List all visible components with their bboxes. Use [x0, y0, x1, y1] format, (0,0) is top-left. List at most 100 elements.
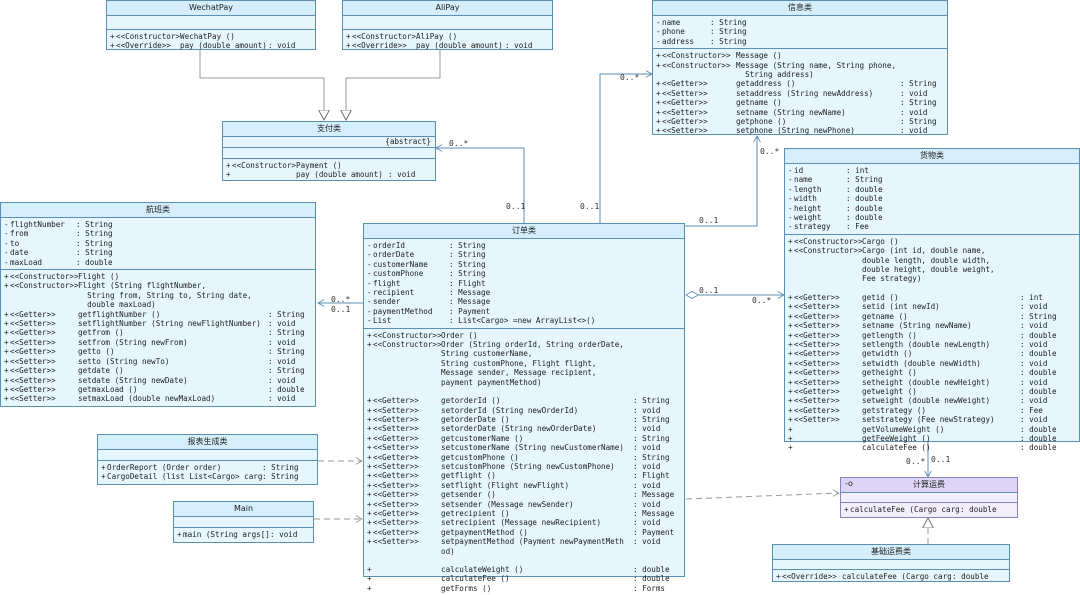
method-signature: getwidth () — [862, 349, 913, 359]
return-type: : String — [268, 309, 305, 319]
field-row: - customPhone: String — [364, 269, 684, 278]
method-signature: calculateFee (Cargo cargo) — [850, 505, 960, 514]
method-stereotype: <<Setter>> — [10, 375, 56, 385]
method-signature: getname () — [736, 98, 782, 108]
class-cargo[interactable]: 货物类 - id: int - name: String - length: double… — [784, 148, 1080, 452]
field-name: phone — [662, 27, 685, 37]
method-signature: Cargo () — [862, 236, 899, 246]
class-main[interactable]: Main + main (String args[]): void — [173, 501, 314, 543]
field-type: : String — [76, 220, 113, 229]
return-type: : void — [270, 530, 298, 539]
method-stereotype: <<Setter>> — [373, 537, 419, 547]
methods-section: + <<Constructor>> WechatPay () + <<Override>… — [107, 30, 315, 53]
field-name: address — [662, 36, 695, 46]
method-stereotype: <<Setter>> — [10, 337, 56, 347]
method-row: + <<Getter>> getname (): String — [785, 312, 1079, 321]
class-message[interactable]: 信息类 - name: String - phone: String - address:… — [652, 0, 948, 135]
field-type: : List<Cargo> =new ArrayList<>() — [449, 316, 596, 326]
field-row: - date: String — [1, 248, 315, 257]
return-type — [1020, 237, 1076, 246]
multiplicity-label: 0..1 — [580, 202, 600, 211]
method-signature: AliPay () — [416, 32, 458, 41]
field-name: height — [794, 203, 822, 213]
method-stereotype: <<Getter>> — [794, 330, 840, 340]
return-type: : void — [1020, 377, 1048, 387]
method-signature: Flight () — [78, 272, 120, 282]
method-row: + <<Getter>> getflight (): Flight — [364, 471, 684, 480]
class-alipay[interactable]: AliPay + <<Constructor>> AliPay () + <<Overr… — [342, 0, 553, 50]
field-type: : Payment — [449, 306, 491, 316]
return-type: : String — [900, 117, 937, 127]
interface-header: -o 计算运费 — [841, 478, 1017, 493]
return-type: : void — [268, 375, 296, 385]
class-name: WechatPay — [107, 1, 315, 16]
method-row: + <<Getter>> getweight (): double — [785, 387, 1079, 396]
method-stereotype — [373, 574, 441, 583]
method-signature: getrecipient () — [441, 508, 510, 518]
class-flight[interactable]: 航班类 - flightNumber: String - from: String - t… — [0, 202, 316, 407]
field-type: : Fee — [846, 222, 869, 232]
method-signature: main (String args[]) — [183, 530, 270, 539]
fields-section: - id: int - name: String - length: double - wid… — [785, 164, 1079, 235]
return-type: : void — [268, 394, 296, 404]
method-stereotype: <<Getter>> — [373, 490, 419, 500]
field-name: date — [10, 248, 29, 258]
method-stereotype: <<Setter>> — [662, 88, 708, 98]
return-type: : Payment — [633, 527, 675, 537]
return-type: : String — [900, 79, 937, 89]
return-type: : String — [633, 396, 670, 406]
field-type: : String — [846, 175, 883, 185]
method-signature: pay (double amount) — [296, 170, 383, 180]
return-type: : void — [268, 356, 296, 366]
method-row: + <<Getter>> getsender (): Message — [364, 490, 684, 499]
method-row: + <<Constructor>> Message () — [653, 51, 947, 60]
method-stereotype: <<Getter>> — [794, 349, 840, 359]
multiplicity-label: 0..1 — [699, 286, 719, 295]
order-payment-line — [436, 148, 525, 223]
method-row: + <<Override>> pay (double amount): void — [107, 41, 315, 50]
field-type: : String — [76, 248, 113, 258]
method-stereotype: <<Constructor>> — [794, 236, 862, 246]
return-type: : double — [960, 505, 997, 514]
method-row: + <<Setter>> setflightNumber (String newFl… — [1, 319, 315, 328]
return-type: : double — [1020, 424, 1057, 434]
method-stereotype: <<Setter>> — [794, 302, 840, 312]
method-row: + <<Setter>> setphone (String newPhone): v… — [653, 126, 947, 135]
method-row: + <<Setter>> setorderId (String newOrderId… — [364, 406, 684, 415]
multiplicity-label: 0..* — [620, 73, 640, 82]
class-wechatpay[interactable]: WechatPay + <<Constructor>> WechatPay () + <… — [106, 0, 316, 50]
field-name: weight — [794, 213, 822, 223]
class-name: 报表生成类 — [98, 435, 317, 450]
return-type: : void — [1020, 321, 1048, 331]
class-payment[interactable]: 支付类 {abstract} + <<Constructor>> Payment (… — [222, 121, 436, 181]
method-row: + <<Getter>> getid (): int — [785, 293, 1079, 302]
field-row: - height: double — [785, 204, 1079, 213]
class-basic-fee[interactable]: 基础运费类 + <<Override>> calculateFee (Cargo c… — [772, 544, 1010, 582]
method-stereotype: <<Setter>> — [10, 394, 56, 404]
class-order[interactable]: 订单类 - orderId: String - orderDate: String - c… — [363, 223, 685, 593]
method-signature: setaddress (String newAddress) — [736, 88, 874, 98]
method-row: + getForms (): Forms — [364, 584, 684, 593]
method-signature: setorderDate (String newOrderDate) — [441, 424, 597, 434]
field-name: flightNumber — [10, 220, 65, 229]
return-type: : int — [1020, 292, 1043, 302]
method-stereotype: <<Setter>> — [373, 480, 419, 490]
method-stereotype: <<Getter>> — [10, 366, 56, 376]
field-row: - name: String — [653, 18, 947, 27]
method-row: + <<Constructor>> Cargo (int id, double na… — [785, 246, 1079, 284]
return-type: : void — [1020, 415, 1048, 425]
method-row: + <<Getter>> getdate (): String — [1, 366, 315, 375]
return-type: : String — [262, 463, 299, 472]
field-name: name — [662, 18, 681, 27]
method-signature: calculateFee (Cargo cargo) — [842, 572, 952, 581]
method-stereotype: <<Setter>> — [794, 339, 840, 349]
class-report-generator[interactable]: 报表生成类 + OrderReport (Order order): String… — [97, 434, 318, 485]
method-signature: Payment () — [296, 161, 342, 170]
method-signature: setpaymentMethod (Payment newPaymentMeth… — [441, 537, 624, 556]
field-name: length — [794, 184, 822, 194]
method-signature: getstrategy () — [862, 405, 927, 415]
interface-fee-calculation[interactable]: -o 计算运费 + calculateFee (Cargo cargo): dou… — [840, 477, 1018, 518]
method-row: + <<Setter>> setmaxLoad (double newMaxLoad… — [1, 394, 315, 403]
method-stereotype: <<Getter>> — [662, 117, 708, 127]
